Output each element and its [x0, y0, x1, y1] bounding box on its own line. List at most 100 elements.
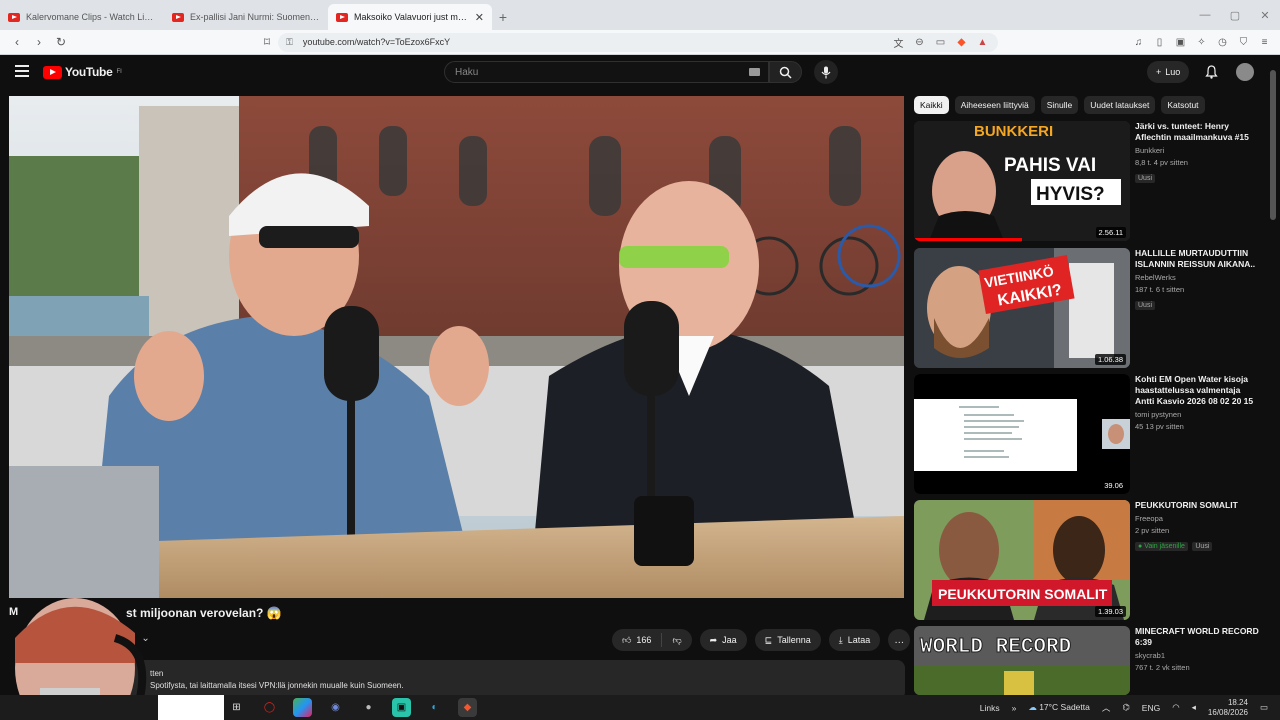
video-player[interactable] [9, 96, 904, 598]
video-thumbnail[interactable]: BUNKKERI PAHIS VAI HYVIS? 2.56.11 [914, 121, 1130, 241]
recommendation-item[interactable]: 39.06 Kohti EM Open Water kisoja haastat… [914, 374, 1260, 494]
video-description[interactable]: tten Spotifysta, tai laittamalla itsesi … [110, 660, 905, 700]
maximize-icon[interactable]: ▢ [1220, 0, 1250, 30]
volume-icon[interactable]: ◂ [1192, 702, 1196, 713]
video-duration: 1.06.38 [1094, 354, 1126, 365]
forward-icon[interactable]: › [28, 35, 50, 49]
page-scrollbar[interactable] [1270, 60, 1276, 690]
recommendation-title[interactable]: PEUKKUTORIN SOMALIT [1135, 500, 1260, 511]
language-indicator[interactable]: ENG [1142, 703, 1160, 713]
share-button[interactable]: ➦ Jaa [699, 629, 747, 651]
system-tray: Links » ☁ 17°C Sadetta ︿ ⌬ ENG ◠ ◂ 18.24… [980, 695, 1268, 720]
zoom-icon[interactable]: ⊖ [912, 35, 927, 50]
like-button[interactable]: 👍︎ 166 [612, 633, 663, 647]
app-icon[interactable]: ▣ [392, 698, 411, 717]
opera-icon[interactable]: ◯ [260, 698, 279, 717]
create-button[interactable]: + Luo [1147, 61, 1190, 83]
download-button[interactable]: ⤓ Lataa [828, 629, 881, 651]
browser-tab-1[interactable]: Kalervomane Clips - Watch Live on Kick [0, 4, 164, 30]
window-controls: — ▢ ✕ [1190, 0, 1280, 30]
translate-icon[interactable]: 文 [891, 35, 906, 50]
voice-search-button[interactable] [814, 60, 838, 84]
new-tab-button[interactable]: + [492, 4, 514, 30]
recommendation-title[interactable]: MINECRAFT WORLD RECORD 6:39 [1135, 626, 1260, 648]
recommendation-item[interactable]: VIETIINKÖ KAIKKI? 1.06.38 HALLILLE MURTA… [914, 248, 1260, 368]
reload-icon[interactable]: ↻ [50, 35, 72, 49]
wifi-icon[interactable]: ◠ [1172, 702, 1179, 713]
history-icon[interactable]: ◷ [1215, 35, 1230, 50]
brave-shields-icon[interactable]: ◆ [954, 35, 969, 50]
channel-name[interactable]: tomi pystynen [1135, 410, 1260, 419]
video-frame [9, 96, 904, 598]
video-actions: 👍︎ 166 👎︎ ➦ Jaa ⊑ Tallenna ⤓ Lataa … [612, 629, 911, 651]
brave-icon[interactable]: ◆ [458, 698, 477, 717]
show-hidden-icon[interactable]: ︿ [1102, 702, 1111, 714]
recommendation-title[interactable]: Järki vs. tunteet: Henry Aflechtin maail… [1135, 121, 1260, 143]
search-button[interactable] [769, 61, 802, 83]
address-tools: 文 ⊖ ▭ ◆ ▲ [891, 35, 990, 50]
hamburger-menu-icon[interactable] [15, 65, 29, 77]
close-window-icon[interactable]: ✕ [1250, 0, 1280, 30]
chip-related[interactable]: Aiheeseen liittyviä [954, 96, 1035, 114]
channel-name[interactable]: skycrab1 [1135, 651, 1260, 660]
install-icon[interactable]: ▭ [933, 35, 948, 50]
bookmark-icon[interactable]: ⌑ [256, 35, 278, 49]
watch-progress-bar [914, 238, 1022, 241]
links-toolbar[interactable]: Links [980, 703, 1000, 713]
youtube-logo[interactable]: YouTube FI [43, 65, 122, 79]
chip-watched[interactable]: Katsotut [1161, 96, 1205, 114]
chip-recent[interactable]: Uudet lataukset [1084, 96, 1156, 114]
recommendation-item[interactable]: PEUKKUTORIN SOMALIT 1.39.03 PEUKKUTORIN … [914, 500, 1260, 620]
recommendation-title[interactable]: HALLILLE MURTAUDUTTIIN ISLANNIN REISSUN … [1135, 248, 1260, 270]
app-icon[interactable] [293, 698, 312, 717]
like-dislike-group: 👍︎ 166 👎︎ [612, 629, 692, 651]
media-icon[interactable]: ♫ [1131, 35, 1146, 50]
chevron-icon[interactable]: » [1012, 703, 1017, 713]
plus-icon: + [1156, 67, 1162, 77]
brave-rewards-icon[interactable]: ▲ [975, 35, 990, 50]
weather-widget[interactable]: ☁ 17°C Sadetta [1028, 702, 1090, 713]
shield-icon[interactable]: ⛉ [1236, 35, 1251, 50]
channel-name[interactable]: Freeopa [1135, 514, 1260, 523]
clock[interactable]: 18.24 16/08/2026 [1208, 698, 1248, 718]
video-thumbnail[interactable]: PEUKKUTORIN SOMALIT 1.39.03 [914, 500, 1130, 620]
url-field[interactable]: ⚿ youtube.com/watch?v=ToEzox6FxcY [278, 32, 998, 52]
task-view-icon[interactable]: ⊞ [227, 698, 246, 717]
search-input[interactable]: Haku [444, 61, 769, 83]
more-actions-button[interactable]: … [888, 629, 911, 651]
video-thumbnail[interactable]: 39.06 [914, 374, 1130, 494]
notification-center-icon[interactable]: ▭ [1260, 702, 1268, 713]
dislike-button[interactable]: 👎︎ [662, 635, 691, 646]
browser-tab-2[interactable]: Ex-pallisi Jani Nurmi: Suomen pollisi on [164, 4, 328, 30]
extensions-icon[interactable]: ✧ [1194, 35, 1209, 50]
sidebar-icon[interactable]: ▯ [1152, 35, 1167, 50]
video-thumbnail[interactable]: VIETIINKÖ KAIKKI? 1.06.38 [914, 248, 1130, 368]
video-thumbnail[interactable]: WORLD RECORD [914, 626, 1130, 695]
browser-tab-active[interactable]: Maksoiko Valavuori just miljoonan✕ [328, 4, 492, 30]
browser-tabbar: Kalervomane Clips - Watch Live on Kick E… [0, 0, 1280, 30]
recommendation-item[interactable]: BUNKKERI PAHIS VAI HYVIS? 2.56.11 Järki … [914, 121, 1260, 241]
taskbar-search[interactable] [158, 695, 224, 720]
back-icon[interactable]: ‹ [6, 35, 28, 49]
discord-icon[interactable]: ◉ [326, 698, 345, 717]
menu-icon[interactable]: ≡ [1257, 35, 1272, 50]
minimize-icon[interactable]: — [1190, 0, 1220, 30]
recommendation-title[interactable]: Kohti EM Open Water kisoja haastatteluss… [1135, 374, 1260, 407]
video-stats: 8,8 t. 4 pv sitten [1135, 158, 1188, 167]
site-info-icon[interactable]: ⚿ [286, 37, 293, 48]
keyboard-icon[interactable] [749, 68, 760, 76]
youtube-header: YouTube FI Haku + Luo [0, 55, 1280, 91]
app-icon[interactable]: ● [359, 698, 378, 717]
edge-icon[interactable]: ◐ [425, 698, 444, 717]
close-tab-icon[interactable]: ✕ [475, 11, 484, 24]
chip-for-you[interactable]: Sinulle [1040, 96, 1079, 114]
recommendation-item[interactable]: WORLD RECORD MINECRAFT WORLD RECORD 6:39… [914, 626, 1260, 695]
notifications-bell-icon[interactable] [1202, 63, 1220, 81]
channel-name[interactable]: RebelWerks [1135, 273, 1260, 282]
account-avatar[interactable] [1236, 63, 1254, 81]
wallet-icon[interactable]: ▣ [1173, 35, 1188, 50]
save-button[interactable]: ⊑ Tallenna [754, 629, 821, 651]
channel-name[interactable]: Bunkkeri [1135, 146, 1260, 155]
chip-all[interactable]: Kaikki [914, 96, 949, 114]
network-icon[interactable]: ⌬ [1122, 702, 1129, 713]
